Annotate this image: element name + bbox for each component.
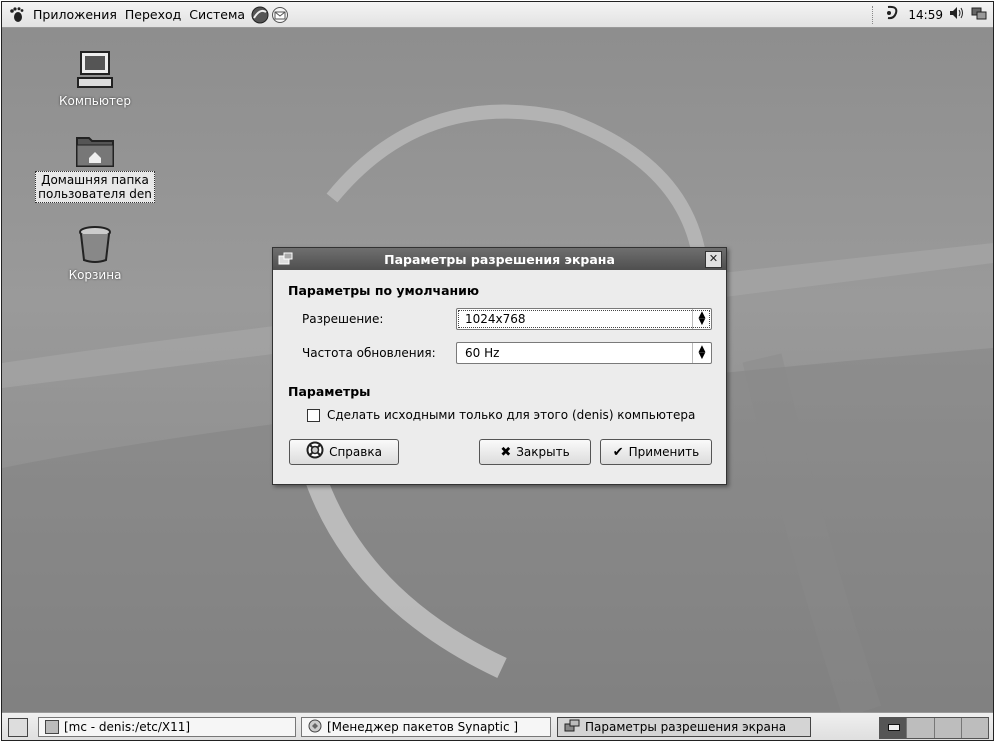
mail-launcher-icon[interactable] <box>271 6 289 24</box>
resolution-label: Разрешение: <box>302 312 384 326</box>
task-label: Параметры разрешения экрана <box>585 720 787 734</box>
close-x-icon: ✖ <box>500 444 512 460</box>
network-icon[interactable] <box>971 5 987 24</box>
refresh-rate-label: Частота обновления: <box>302 346 436 360</box>
computer-icon <box>30 50 160 93</box>
screen-resolution-dialog: Параметры разрешения экрана ✕ Параметры … <box>272 247 727 485</box>
task-label: [Менеджер пакетов Synaptic ] <box>327 720 519 734</box>
desktop-icon-label: Домашняя папка пользователя den <box>35 171 155 203</box>
desktop-icon-label-line2: пользователя den <box>38 187 152 201</box>
bottom-panel: [mc - denis:/etc/X11] [Менеджер пакетов … <box>2 712 993 740</box>
system-tray: 14:59 <box>872 2 987 27</box>
section-title-params: Параметры <box>288 384 371 399</box>
checkmark-icon: ✔ <box>612 444 624 460</box>
workspace-4[interactable] <box>961 718 988 738</box>
desktop-icon-home-folder[interactable]: Домашняя папка пользователя den <box>30 132 160 203</box>
desktop-icon-trash[interactable]: Корзина <box>30 224 160 283</box>
clock[interactable]: 14:59 <box>908 8 943 22</box>
display-settings-icon <box>564 719 580 736</box>
desktop-icon-label: Компьютер <box>59 94 131 108</box>
make-default-label: Сделать исходными только для этого (deni… <box>327 408 696 422</box>
dialog-title: Параметры разрешения экрана <box>384 251 615 267</box>
task-mc-terminal[interactable]: [mc - denis:/etc/X11] <box>38 717 296 737</box>
section-title-defaults: Параметры по умолчанию <box>288 283 480 298</box>
screen: Приложения Переход Система 14:59 Компьют… <box>1 1 994 741</box>
synaptic-icon <box>308 719 322 736</box>
spin-arrows-icon: ▲ ▼ <box>692 343 711 363</box>
update-notifier-icon[interactable] <box>884 4 902 25</box>
workspace-switcher[interactable] <box>879 717 989 739</box>
browser-launcher-icon[interactable] <box>251 6 269 24</box>
spin-arrows-icon: ▲ ▼ <box>692 309 711 329</box>
volume-icon[interactable] <box>949 6 965 23</box>
tray-separator <box>872 5 874 24</box>
close-button-label: Закрыть <box>516 445 570 459</box>
terminal-icon <box>45 720 59 734</box>
task-synaptic[interactable]: [Менеджер пакетов Synaptic ] <box>301 717 551 737</box>
desktop-icon-label: Корзина <box>68 268 122 282</box>
make-default-option[interactable]: Сделать исходными только для этого (deni… <box>307 408 695 422</box>
gnome-foot-icon[interactable] <box>8 6 26 24</box>
display-settings-icon <box>278 251 294 267</box>
task-screen-resolution[interactable]: Параметры разрешения экрана <box>557 717 811 737</box>
task-label: [mc - denis:/etc/X11] <box>64 720 191 734</box>
refresh-rate-value: 60 Hz <box>465 346 500 360</box>
menu-places[interactable]: Переход <box>121 2 185 27</box>
desktop-icon-computer[interactable]: Компьютер <box>30 50 160 109</box>
apply-button[interactable]: ✔ Применить <box>600 439 712 465</box>
workspace-3[interactable] <box>934 718 962 738</box>
menu-applications[interactable]: Приложения <box>29 2 121 27</box>
apply-button-label: Применить <box>628 445 700 459</box>
trash-icon <box>30 224 160 267</box>
home-folder-icon <box>30 132 160 171</box>
make-default-checkbox[interactable] <box>307 408 320 422</box>
close-icon[interactable]: ✕ <box>705 251 722 268</box>
help-lifebuoy-icon <box>306 441 324 463</box>
top-panel: Приложения Переход Система 14:59 <box>2 2 993 28</box>
resolution-value: 1024x768 <box>465 312 526 326</box>
help-button-label: Справка <box>329 445 382 459</box>
menu-system[interactable]: Система <box>185 2 249 27</box>
help-button[interactable]: Справка <box>289 439 399 465</box>
desktop-icon-label-line1: Домашняя папка <box>41 173 149 187</box>
workspace-2[interactable] <box>907 718 935 738</box>
workspace-1[interactable] <box>880 718 908 738</box>
resolution-combobox[interactable]: 1024x768 ▲ ▼ <box>456 308 712 330</box>
main-menu: Приложения Переход Система <box>29 2 249 27</box>
show-desktop-icon[interactable] <box>8 718 28 737</box>
close-button[interactable]: ✖ Закрыть <box>479 439 591 465</box>
dialog-titlebar[interactable]: Параметры разрешения экрана ✕ <box>273 248 726 270</box>
refresh-rate-combobox[interactable]: 60 Hz ▲ ▼ <box>456 342 712 364</box>
